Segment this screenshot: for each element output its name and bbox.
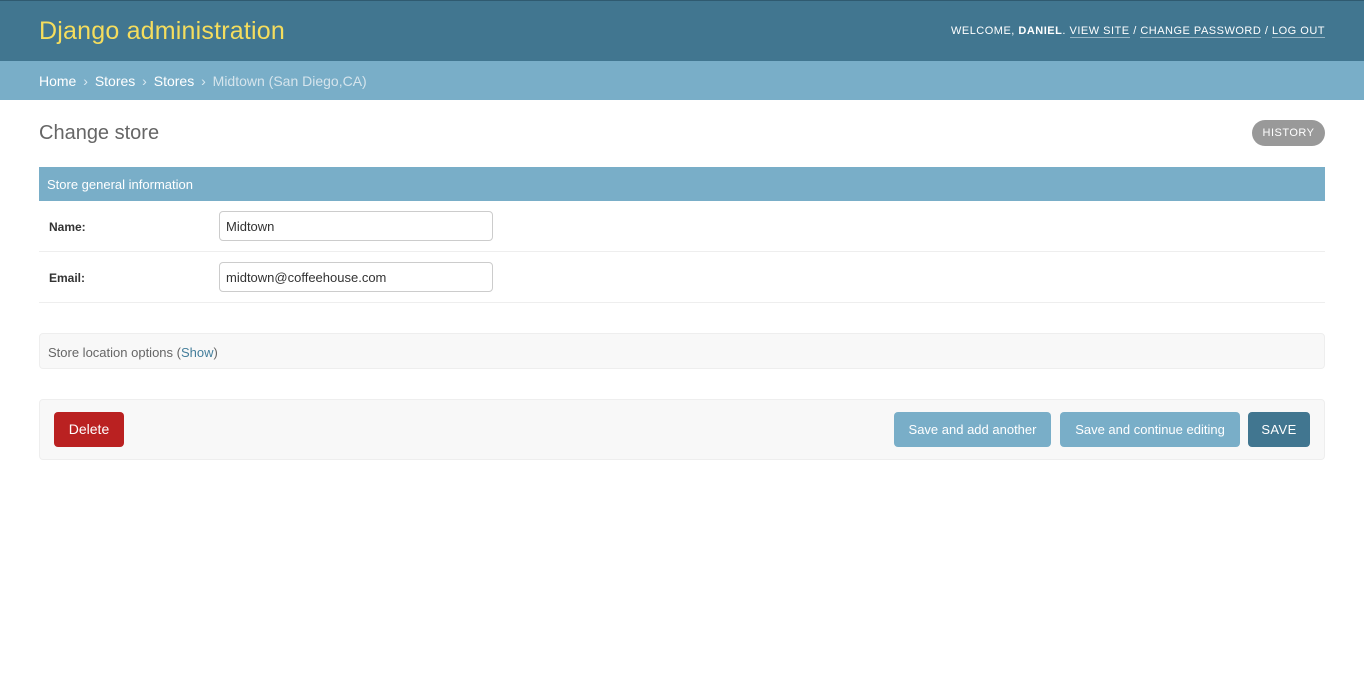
user-tools-separator: /: [1264, 25, 1269, 37]
username: DANIEL: [1018, 25, 1063, 37]
history-button[interactable]: HISTORY: [1252, 120, 1325, 146]
breadcrumb-current: Midtown (San Diego,CA): [212, 73, 367, 89]
view-site-link[interactable]: VIEW SITE: [1069, 25, 1130, 38]
show-location-options-link[interactable]: Show: [181, 345, 214, 360]
form-row-email: Email:: [39, 252, 1325, 303]
user-tools: WELCOME, DANIEL. VIEW SITE / CHANGE PASS…: [950, 25, 1325, 38]
delete-button[interactable]: Delete: [54, 412, 124, 447]
save-and-continue-editing-button[interactable]: Save and continue editing: [1060, 412, 1240, 447]
breadcrumb-stores-model[interactable]: Stores: [154, 73, 194, 89]
name-label: Name:: [49, 220, 86, 234]
save-and-add-another-button[interactable]: Save and add another: [894, 412, 1051, 447]
change-password-link[interactable]: CHANGE PASSWORD: [1140, 25, 1262, 38]
welcome-suffix: .: [1062, 25, 1066, 37]
breadcrumb-separator: ›: [83, 73, 88, 89]
email-label: Email:: [49, 271, 86, 285]
fieldset-location-title: Store location options (: [48, 345, 181, 360]
form-row-name: Name:: [39, 201, 1325, 252]
user-tools-separator: /: [1133, 25, 1137, 37]
name-input[interactable]: [219, 211, 493, 241]
breadcrumb-home[interactable]: Home: [39, 73, 76, 89]
fieldset-store-location-options: Store location options (Show): [39, 333, 1325, 369]
fieldset-store-general-information: Store general information Name: Email:: [39, 167, 1325, 303]
breadcrumb: Home › Stores › Stores › Midtown (San Di…: [0, 61, 1364, 100]
welcome-text: WELCOME,: [950, 25, 1019, 37]
log-out-link[interactable]: LOG OUT: [1271, 25, 1325, 38]
email-input[interactable]: [219, 262, 493, 292]
submit-row: Delete Save and add another Save and con…: [39, 399, 1325, 460]
page-title: Change store: [39, 122, 160, 144]
site-branding[interactable]: Django administration: [39, 17, 285, 46]
breadcrumb-separator: ›: [201, 73, 206, 89]
header: Django administration WELCOME, DANIEL. V…: [0, 0, 1364, 61]
fieldset-heading: Store general information: [39, 167, 1325, 201]
save-button[interactable]: SAVE: [1248, 412, 1310, 447]
fieldset-location-title-close: ): [213, 345, 218, 360]
breadcrumb-separator: ›: [142, 73, 147, 89]
breadcrumb-stores-app[interactable]: Stores: [95, 73, 135, 89]
